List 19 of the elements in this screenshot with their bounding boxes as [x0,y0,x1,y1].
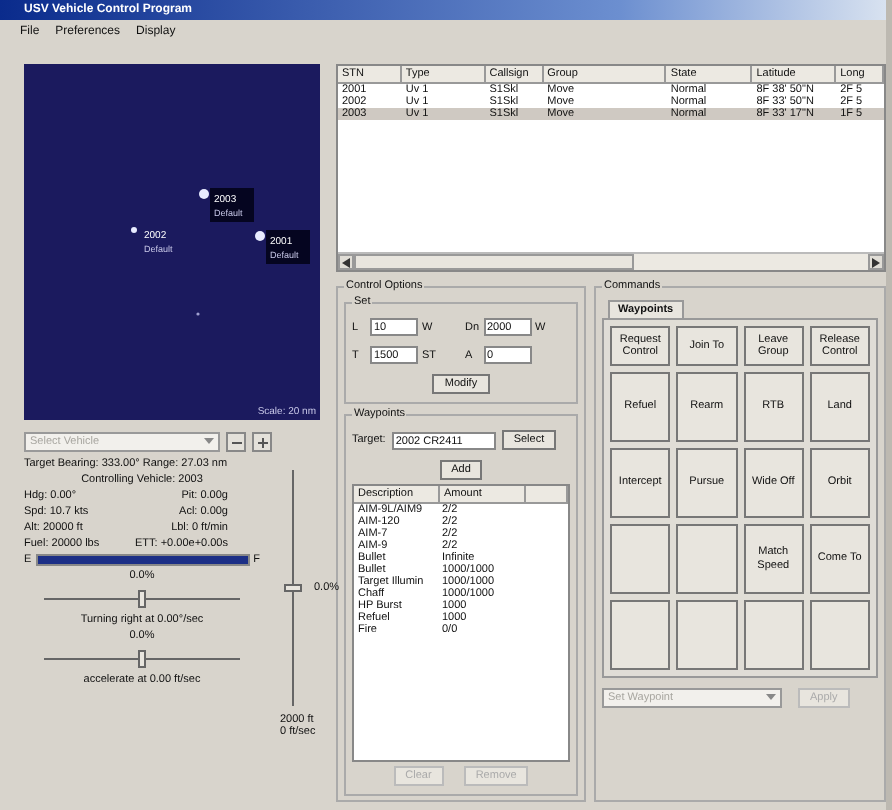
scroll-thumb[interactable] [354,254,634,270]
minus-icon [231,437,241,447]
caret-icon [204,438,214,446]
plus-icon [257,437,267,447]
blank-button[interactable] [610,600,671,670]
scroll-right-icon[interactable] [868,254,884,270]
blank-button[interactable] [743,600,804,670]
blank-button[interactable] [809,600,870,670]
caret-icon [766,694,776,702]
horizontal-scrollbar[interactable] [338,252,884,270]
slider-thumb[interactable] [138,650,146,668]
blank-button[interactable] [676,600,737,670]
zoom-out-button[interactable] [226,432,246,452]
blank-button[interactable] [676,524,737,594]
zoom-in-button[interactable] [252,432,272,452]
slider-thumb[interactable] [138,590,146,608]
scroll-left-icon[interactable] [338,254,354,270]
slider-thumb[interactable] [284,584,302,592]
blank-button[interactable] [610,524,671,594]
